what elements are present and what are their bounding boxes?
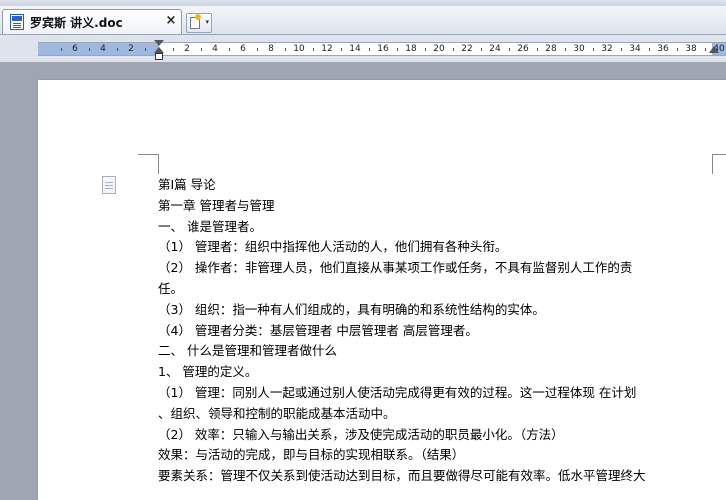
new-document-icon: [190, 14, 201, 29]
document-body[interactable]: 第Ⅰ篇 导论第一章 管理者与管理 一、 谁是管理者。 （1） 管理者：组织中指挥他人…: [158, 175, 703, 487]
ruler-tick: [201, 48, 202, 51]
ruler-tick-label: 4: [212, 44, 218, 54]
ruler-tick: [453, 48, 454, 51]
ruler-tick-label: 24: [489, 44, 501, 54]
ruler-tick-label: 12: [321, 44, 333, 54]
horizontal-ruler[interactable]: 6 4 2 2 4 6 8 10 12 14 16 18 20 22 24 26 28 30 32 34 36 38 40: [38, 42, 726, 56]
text-line: 第一章 管理者与管理: [158, 197, 275, 213]
ruler-tick: [481, 48, 482, 51]
ruler-tick-label: 6: [72, 44, 78, 54]
ruler-tick-label: 2: [184, 44, 190, 54]
ruler-tick-label: 28: [545, 44, 557, 54]
ruler-tick-label: 38: [685, 44, 697, 54]
ruler-left-margin: [38, 43, 159, 55]
ruler-tick: [61, 48, 62, 51]
ruler-tick: [341, 48, 342, 51]
ruler-tick-label: 4: [100, 44, 106, 54]
text-line: （1） 管理者：组织中指挥他人活动的人，他们拥有各种头衔。: [158, 239, 508, 255]
ruler-tick: [313, 48, 314, 51]
ruler-tick-label: 6: [240, 44, 246, 54]
text-line: （3） 组织：指一种有人们组成的，具有明确的和系统性结构的实体。: [158, 301, 545, 317]
ruler-tick: [621, 48, 622, 51]
ruler-tick-label: 10: [293, 44, 305, 54]
text-line: （1） 管理：同别人一起或通过别人使活动完成得更有效的过程。这一过程体现 在计划: [158, 384, 637, 400]
left-indent-handle[interactable]: [155, 53, 163, 60]
margin-corner-mark: [158, 154, 159, 174]
text-line: （2） 效率：只输入与输出关系，涉及使完成活动的职员最小化。（方法）: [158, 426, 564, 442]
ruler-tick: [117, 48, 118, 51]
ruler-tick-label: 30: [573, 44, 585, 54]
ruler-tick: [593, 48, 594, 51]
margin-corner-mark: [138, 154, 158, 155]
ruler-tick: [565, 48, 566, 51]
right-indent-handle[interactable]: [709, 46, 719, 53]
chevron-down-icon[interactable]: ▾: [205, 18, 209, 26]
ruler-tick: [509, 48, 510, 51]
ruler-tick-label: 34: [629, 44, 641, 54]
ruler-tick: [285, 48, 286, 51]
text-line: 1、 管理的定义。: [158, 364, 258, 380]
close-tab-icon[interactable]: ×: [164, 13, 178, 29]
document-tab[interactable]: 罗宾斯 讲义.doc ×: [2, 9, 182, 34]
text-line: 效果：与活动的完成，即与目标的实现相联系。（结果）: [158, 447, 465, 463]
ruler-tick: [537, 48, 538, 51]
ruler-tick: [397, 48, 398, 51]
horizontal-ruler-area: 6 4 2 2 4 6 8 10 12 14 16 18 20 22 24 26 28 30 32 34 36 38 40: [0, 35, 726, 62]
document-tab-title: 罗宾斯 讲义.doc: [30, 16, 123, 30]
ruler-tick-label: 26: [517, 44, 529, 54]
text-line: （4） 管理者分类：基层管理者 中层管理者 高层管理者。: [158, 322, 478, 338]
ruler-tick-label: 2: [128, 44, 134, 54]
ruler-tick: [705, 48, 706, 51]
margin-corner-mark: [712, 154, 726, 155]
margin-corner-mark: [712, 154, 713, 174]
text-line: 要素关系：管理不仅关系到使活动达到目标，而且要做得尽可能有效率。低水平管理终大: [158, 468, 646, 484]
word-document-icon: [10, 14, 24, 30]
ruler-tick: [677, 48, 678, 51]
ruler-tick-label: 16: [377, 44, 389, 54]
ruler-tick: [145, 48, 146, 51]
ruler-tick-label: 8: [268, 44, 274, 54]
ruler-tick: [369, 48, 370, 51]
document-page[interactable]: 第Ⅰ篇 导论第一章 管理者与管理 一、 谁是管理者。 （1） 管理者：组织中指挥他人…: [38, 80, 726, 500]
ruler-tick-label: 36: [657, 44, 669, 54]
document-tab-bar: 罗宾斯 讲义.doc × ▾: [0, 6, 726, 35]
ruler-tick: [229, 48, 230, 51]
ruler-tick-label: 22: [461, 44, 473, 54]
text-line: 任。: [158, 280, 184, 296]
ruler-tick-label: 32: [601, 44, 613, 54]
ruler-tick: [173, 48, 174, 51]
first-line-indent-handle[interactable]: [154, 40, 164, 46]
ruler-tick-label: 18: [405, 44, 417, 54]
new-document-button[interactable]: ▾: [186, 13, 212, 33]
ruler-tick: [89, 48, 90, 51]
ruler-tick: [425, 48, 426, 51]
text-line: （2） 操作者：非管理人员，他们直接从事某项工作或任务，不具有监督别人工作的责: [158, 260, 633, 276]
text-line: 、组织、领导和控制的职能成基本活动中。: [158, 405, 396, 421]
text-line: 一、 谁是管理者。: [158, 218, 262, 234]
text-line: 二、 什么是管理和管理者做什么: [158, 343, 337, 359]
text-line: 第Ⅰ篇 导论: [158, 177, 216, 192]
indent-marker[interactable]: [154, 40, 164, 60]
paragraph-layout-icon[interactable]: [102, 176, 116, 194]
ruler-tick: [257, 48, 258, 51]
ruler-tick-label: 20: [433, 44, 445, 54]
ruler-tick-label: 14: [349, 44, 361, 54]
ruler-tick: [649, 48, 650, 51]
